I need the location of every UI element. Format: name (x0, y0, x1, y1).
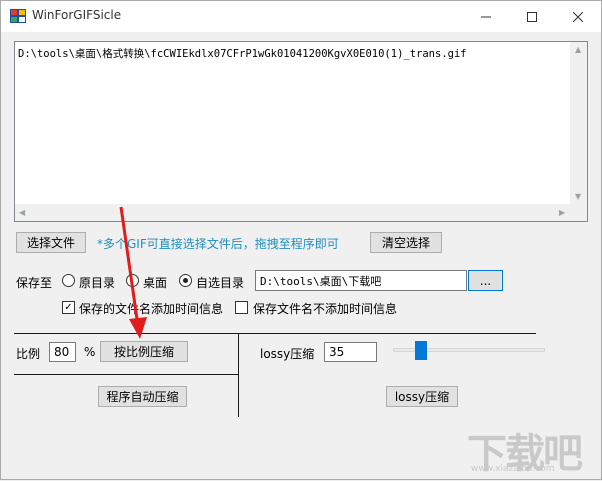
horizontal-scrollbar[interactable]: ◀ ▶ (15, 204, 570, 221)
minimize-button[interactable] (463, 1, 509, 32)
scroll-right-icon[interactable]: ▶ (559, 208, 565, 217)
title-bar[interactable]: WinForGIFSicle (1, 1, 601, 32)
add-timestamp-checkbox[interactable]: ✓ (62, 301, 75, 314)
app-icon (10, 9, 26, 23)
ratio-compress-button[interactable]: 按比例压缩 (100, 341, 188, 362)
scrollbar-corner (570, 204, 587, 221)
lossy-label: lossy压缩 (260, 347, 315, 361)
no-timestamp-checkbox[interactable] (235, 301, 248, 314)
radio-desktop-label[interactable]: 桌面 (143, 274, 167, 291)
scroll-up-icon[interactable]: ▲ (575, 45, 581, 54)
scroll-left-icon[interactable]: ◀ (19, 208, 25, 217)
ratio-label: 比例 (16, 347, 41, 361)
vertical-scrollbar[interactable]: ▲ ▼ (570, 42, 587, 205)
maximize-button[interactable] (509, 1, 555, 32)
radio-original-dir-label[interactable]: 原目录 (79, 274, 115, 291)
maximize-icon (527, 11, 537, 22)
no-timestamp-label[interactable]: 保存文件名不添加时间信息 (253, 300, 397, 317)
select-file-button[interactable]: 选择文件 (16, 232, 86, 253)
save-path-input[interactable]: D:\tools\桌面\下载吧 (255, 270, 467, 291)
radio-custom-dir-label[interactable]: 自选目录 (196, 274, 244, 291)
file-list[interactable]: D:\tools\桌面\格式转换\fcCWIEkdlx07CFrP1wGk010… (14, 41, 588, 222)
watermark-url: www.xiazaiba.com (471, 464, 555, 474)
section-divider-vertical (238, 333, 239, 417)
radio-desktop[interactable] (126, 274, 139, 287)
lossy-input[interactable]: 35 (324, 342, 377, 362)
close-button[interactable] (555, 1, 601, 32)
auto-compress-button[interactable]: 程序自动压缩 (98, 386, 187, 407)
lossy-slider-thumb[interactable] (415, 341, 427, 360)
add-timestamp-label[interactable]: 保存的文件名添加时间信息 (79, 300, 223, 317)
section-divider-horizontal (14, 333, 536, 334)
ratio-input[interactable]: 80 (49, 342, 76, 362)
window-title: WinForGIFSicle (32, 8, 122, 22)
drag-hint-text: *多个GIF可直接选择文件后，拖拽至程序即可 (97, 237, 339, 251)
percent-label: % (84, 345, 96, 359)
lossy-compress-button[interactable]: lossy压缩 (386, 386, 458, 407)
close-icon (573, 11, 583, 22)
minimize-icon (481, 16, 491, 17)
radio-custom-dir[interactable] (179, 274, 192, 287)
save-to-label: 保存至 (16, 276, 53, 290)
scroll-down-icon[interactable]: ▼ (575, 192, 581, 201)
clear-selection-button[interactable]: 清空选择 (370, 232, 442, 253)
browse-button[interactable]: ... (468, 270, 503, 291)
file-list-item[interactable]: D:\tools\桌面\格式转换\fcCWIEkdlx07CFrP1wGk010… (18, 46, 467, 61)
radio-original-dir[interactable] (62, 274, 75, 287)
ratio-divider (14, 374, 238, 375)
main-window: WinForGIFSicle D:\tools\桌面\格式转换\fcCWIEkd… (0, 0, 602, 480)
